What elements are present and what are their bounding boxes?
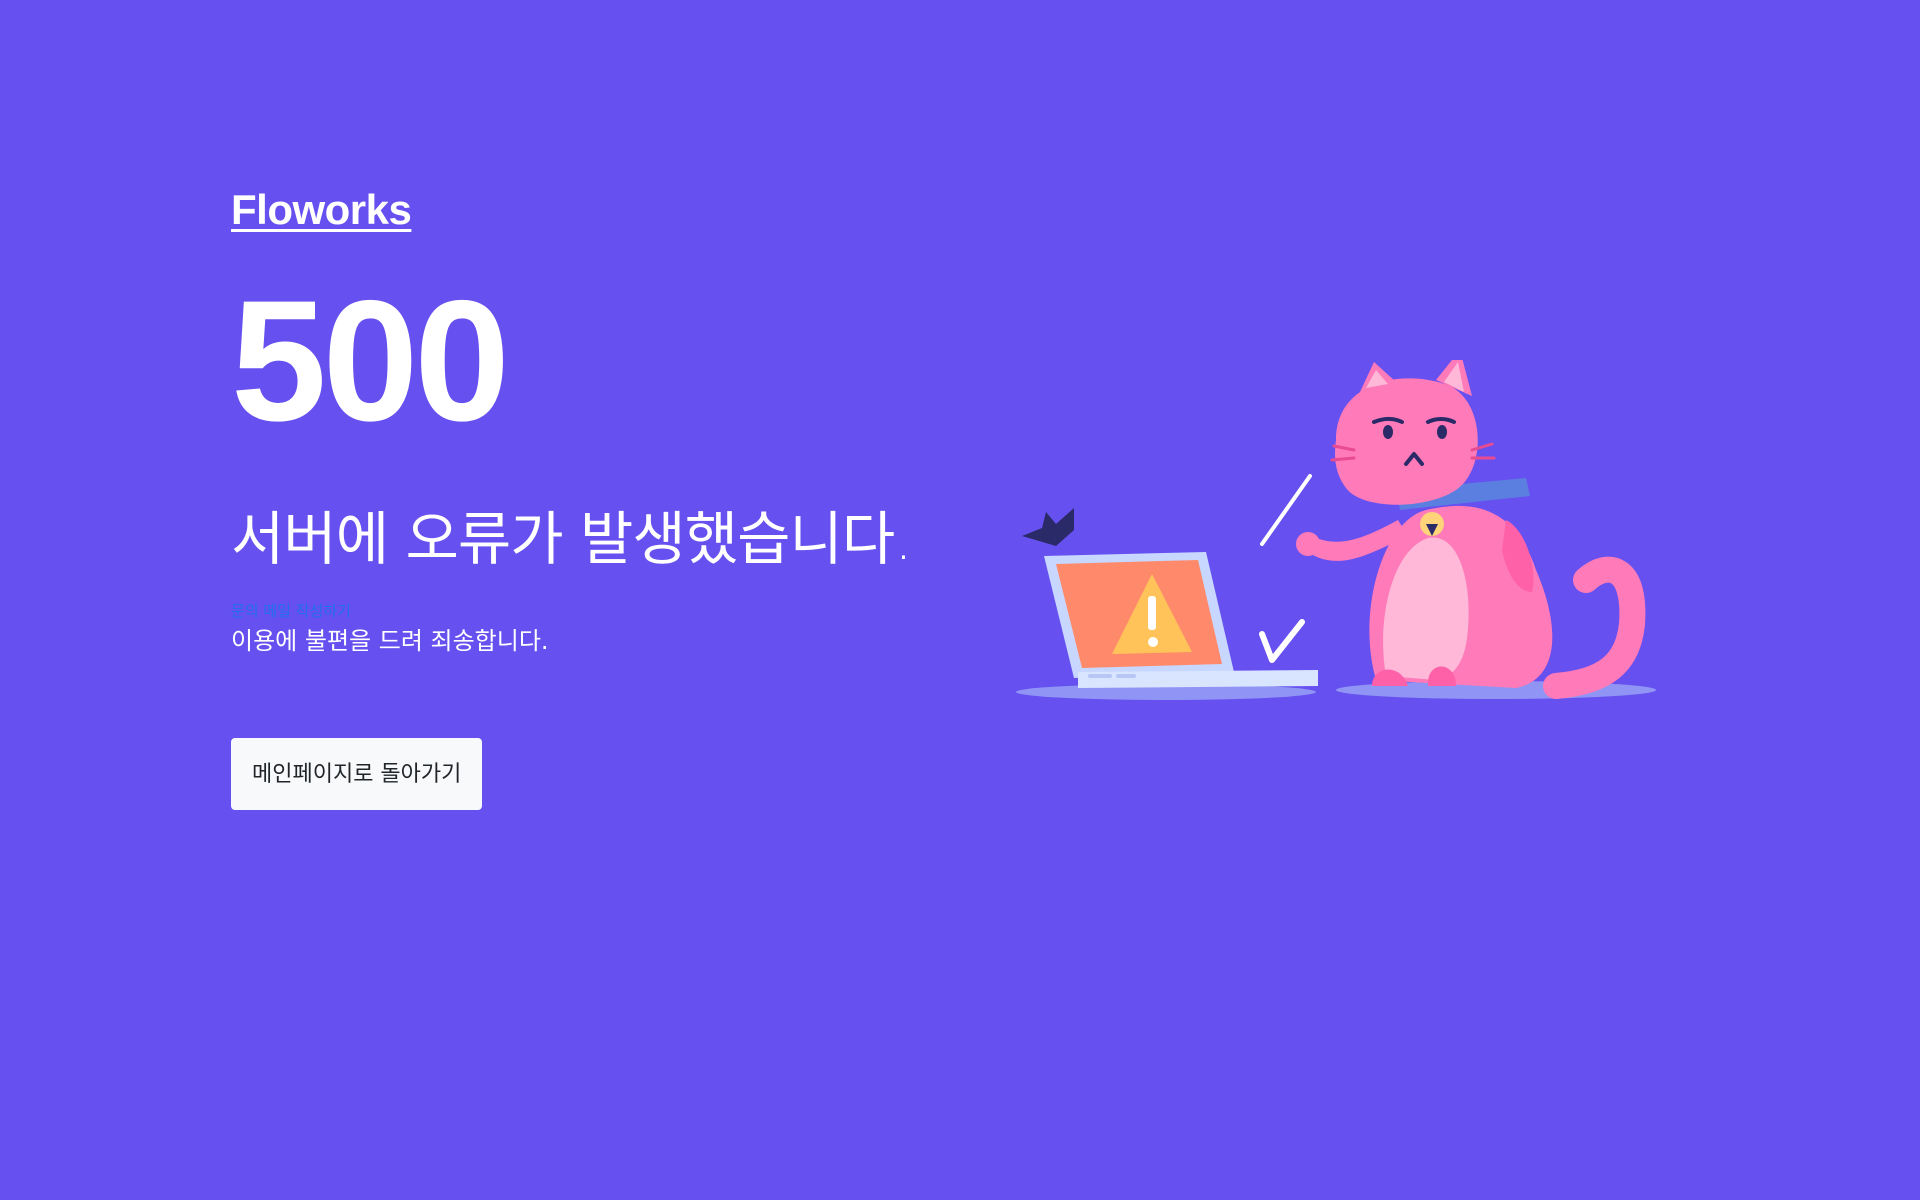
error-title: 서버에 오류가 발생했습니다. (231, 505, 913, 573)
error-content: Floworks 500 서버에 오류가 발생했습니다. 문의 메일 작성하기 … (231, 180, 1031, 810)
contact-mail-link[interactable]: 문의 메일 작성하기 (231, 602, 1031, 620)
cat (1296, 360, 1646, 699)
error-illustration (1016, 360, 1656, 720)
back-to-main-button[interactable]: 메인페이지로 돌아가기 (231, 738, 483, 810)
laptop (1044, 552, 1318, 688)
check-icon (1259, 619, 1305, 663)
error-page: Floworks 500 서버에 오류가 발생했습니다. 문의 메일 작성하기 … (0, 0, 1920, 1200)
brand-logo-link[interactable]: Floworks (231, 180, 412, 240)
error-code: 500 (231, 265, 510, 457)
scribble-mark (1022, 508, 1074, 546)
apology-message: 이용에 불편을 드려 죄송합니다. (231, 627, 549, 655)
